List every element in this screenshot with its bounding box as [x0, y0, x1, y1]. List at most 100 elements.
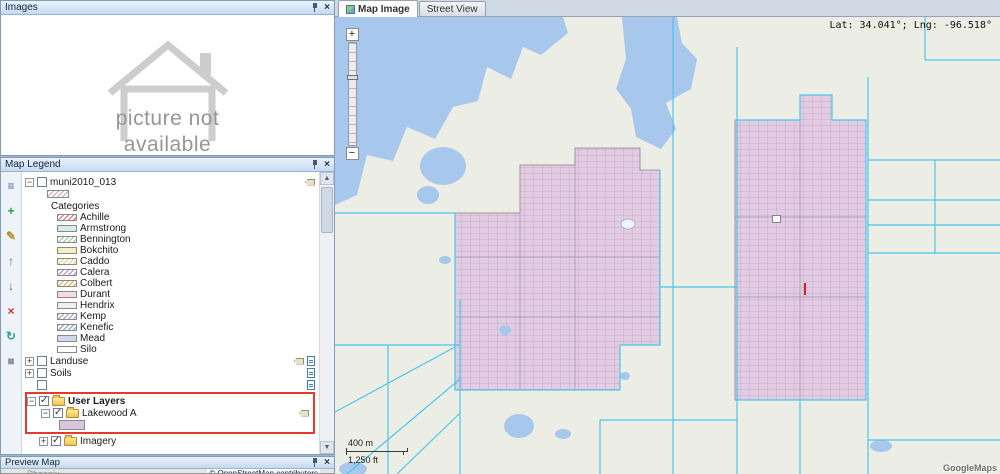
category-row-calera[interactable]: Calera: [25, 267, 319, 278]
layer-row-lakewood-a[interactable]: Lakewood A: [27, 406, 313, 419]
category-row-silo[interactable]: Silo: [25, 344, 319, 355]
layer-row-soils[interactable]: Soils: [25, 367, 319, 379]
soils-checkbox[interactable]: [37, 368, 47, 378]
close-icon[interactable]: [324, 458, 330, 468]
layer-label[interactable]: Lakewood A: [82, 408, 137, 419]
category-swatch: [57, 313, 77, 320]
layer-row-muni2010_013[interactable]: muni2010_013: [25, 176, 319, 188]
collapse-icon[interactable]: [27, 396, 36, 406]
category-swatch: [57, 247, 77, 254]
legend-toolbar: ≡ + ✎ ↑ ↓ × ↻ ■: [1, 172, 22, 454]
category-row-bennington[interactable]: Bennington: [25, 234, 319, 245]
unnamed-layer-checkbox[interactable]: [37, 380, 47, 390]
category-label: Kemp: [80, 311, 107, 322]
category-swatch: [57, 258, 77, 265]
category-row-kenefic[interactable]: Kenefic: [25, 322, 319, 333]
lakewood-symbol-row: [27, 419, 313, 431]
expand-icon[interactable]: [39, 436, 48, 446]
tag-icon[interactable]: [299, 409, 309, 417]
images-panel-header: Images: [1, 1, 334, 15]
pin-icon[interactable]: [311, 2, 319, 13]
landuse-checkbox[interactable]: [37, 356, 47, 366]
scrollbar-thumb[interactable]: [321, 187, 333, 233]
legend-tree: muni2010_013 Categories Achille Armstron…: [22, 172, 319, 454]
layer-row-imagery[interactable]: Imagery: [25, 434, 319, 447]
category-row-caddo[interactable]: Caddo: [25, 256, 319, 267]
category-label: Colbert: [80, 278, 113, 289]
user-layers-checkbox[interactable]: [39, 395, 49, 406]
tab-street-view[interactable]: Street View: [418, 1, 486, 16]
tag-icon[interactable]: [294, 357, 304, 365]
scroll-up-icon[interactable]: [320, 172, 334, 185]
layer-label[interactable]: User Layers: [68, 396, 125, 407]
category-label: Calera: [80, 267, 110, 278]
close-icon[interactable]: [324, 160, 330, 170]
category-row-hendrix[interactable]: Hendrix: [25, 300, 319, 311]
category-swatch: [57, 214, 77, 221]
layer-row-landuse[interactable]: Landuse: [25, 355, 319, 367]
zoom-slider-handle[interactable]: [346, 75, 358, 80]
tab-label: Street View: [426, 3, 478, 15]
layer-label[interactable]: Imagery: [80, 436, 116, 447]
scrollbar-track[interactable]: [320, 185, 334, 441]
category-row-colbert[interactable]: Colbert: [25, 278, 319, 289]
layer-row-user-layers[interactable]: User Layers: [27, 394, 313, 407]
layer-row-unnamed[interactable]: [25, 379, 319, 391]
map-scale: 400 m 1,250 ft: [346, 438, 408, 465]
file-icon[interactable]: [307, 356, 315, 366]
category-swatch: [57, 324, 77, 331]
category-row-durant[interactable]: Durant: [25, 289, 319, 300]
import-data-icon[interactable]: ↑: [3, 254, 19, 269]
file-icon[interactable]: [307, 380, 315, 390]
layers-panel-icon[interactable]: ≡: [3, 179, 19, 194]
zoom-in-button[interactable]: [345, 28, 359, 41]
expand-icon[interactable]: [25, 368, 34, 378]
left-dock: Images picture not available: [0, 0, 335, 474]
map-image: [335, 17, 1000, 474]
category-row-bokchito[interactable]: Bokchito: [25, 245, 319, 256]
category-swatch: [57, 291, 77, 298]
close-icon[interactable]: [324, 3, 330, 13]
category-label: Hendrix: [80, 300, 115, 311]
legend-scrollbar[interactable]: [319, 172, 334, 454]
preview-map-canvas[interactable]: Phoenix © OpenStreetMap contributors: [1, 469, 334, 473]
layer-label[interactable]: Soils: [50, 368, 72, 379]
preview-map-panel: Preview Map Phoenix © OpenStreetMap cont…: [0, 456, 335, 474]
map-area: Map Image Street View Lat: 34.041°; Lng:…: [335, 0, 1000, 474]
layer-label[interactable]: Landuse: [50, 356, 88, 367]
category-swatch: [57, 280, 77, 287]
muni2010_013-checkbox[interactable]: [37, 177, 47, 187]
add-layer-icon[interactable]: +: [3, 204, 19, 219]
pin-icon[interactable]: [311, 159, 319, 170]
category-swatch: [57, 346, 77, 353]
export-data-icon[interactable]: ↓: [3, 279, 19, 294]
edit-layer-icon[interactable]: ✎: [3, 229, 19, 244]
select-map-icon[interactable]: ■: [3, 354, 19, 369]
tag-icon[interactable]: [305, 178, 315, 186]
category-label: Bennington: [80, 234, 131, 245]
pin-icon[interactable]: [311, 457, 319, 468]
file-icon[interactable]: [307, 368, 315, 378]
category-row-mead[interactable]: Mead: [25, 333, 319, 344]
map-viewport[interactable]: Lat: 34.041°; Lng: -96.518° 400 m 1,250 …: [335, 17, 1000, 474]
category-swatch: [57, 269, 77, 276]
collapse-icon[interactable]: [25, 177, 34, 187]
scroll-down-icon[interactable]: [320, 441, 334, 454]
muni-swatch: [47, 190, 69, 198]
imagery-checkbox[interactable]: [51, 435, 61, 446]
expand-icon[interactable]: [25, 356, 34, 366]
category-row-achille[interactable]: Achille: [25, 212, 319, 223]
osm-attribution: © OpenStreetMap contributors: [207, 469, 320, 473]
remove-data-icon[interactable]: ×: [3, 304, 19, 319]
refresh-icon[interactable]: ↻: [3, 329, 19, 344]
zoom-slider[interactable]: [346, 42, 358, 146]
category-row-kemp[interactable]: Kemp: [25, 311, 319, 322]
category-label: Bokchito: [80, 245, 119, 256]
zoom-out-button[interactable]: [345, 147, 359, 160]
category-row-armstrong[interactable]: Armstrong: [25, 223, 319, 234]
layer-label[interactable]: muni2010_013: [50, 177, 116, 188]
tab-map-image[interactable]: Map Image: [338, 0, 418, 17]
collapse-icon[interactable]: [41, 408, 50, 418]
annotation-highlight-rect: User Layers Lakewood A: [25, 392, 315, 434]
lakewood-a-checkbox[interactable]: [53, 407, 63, 418]
